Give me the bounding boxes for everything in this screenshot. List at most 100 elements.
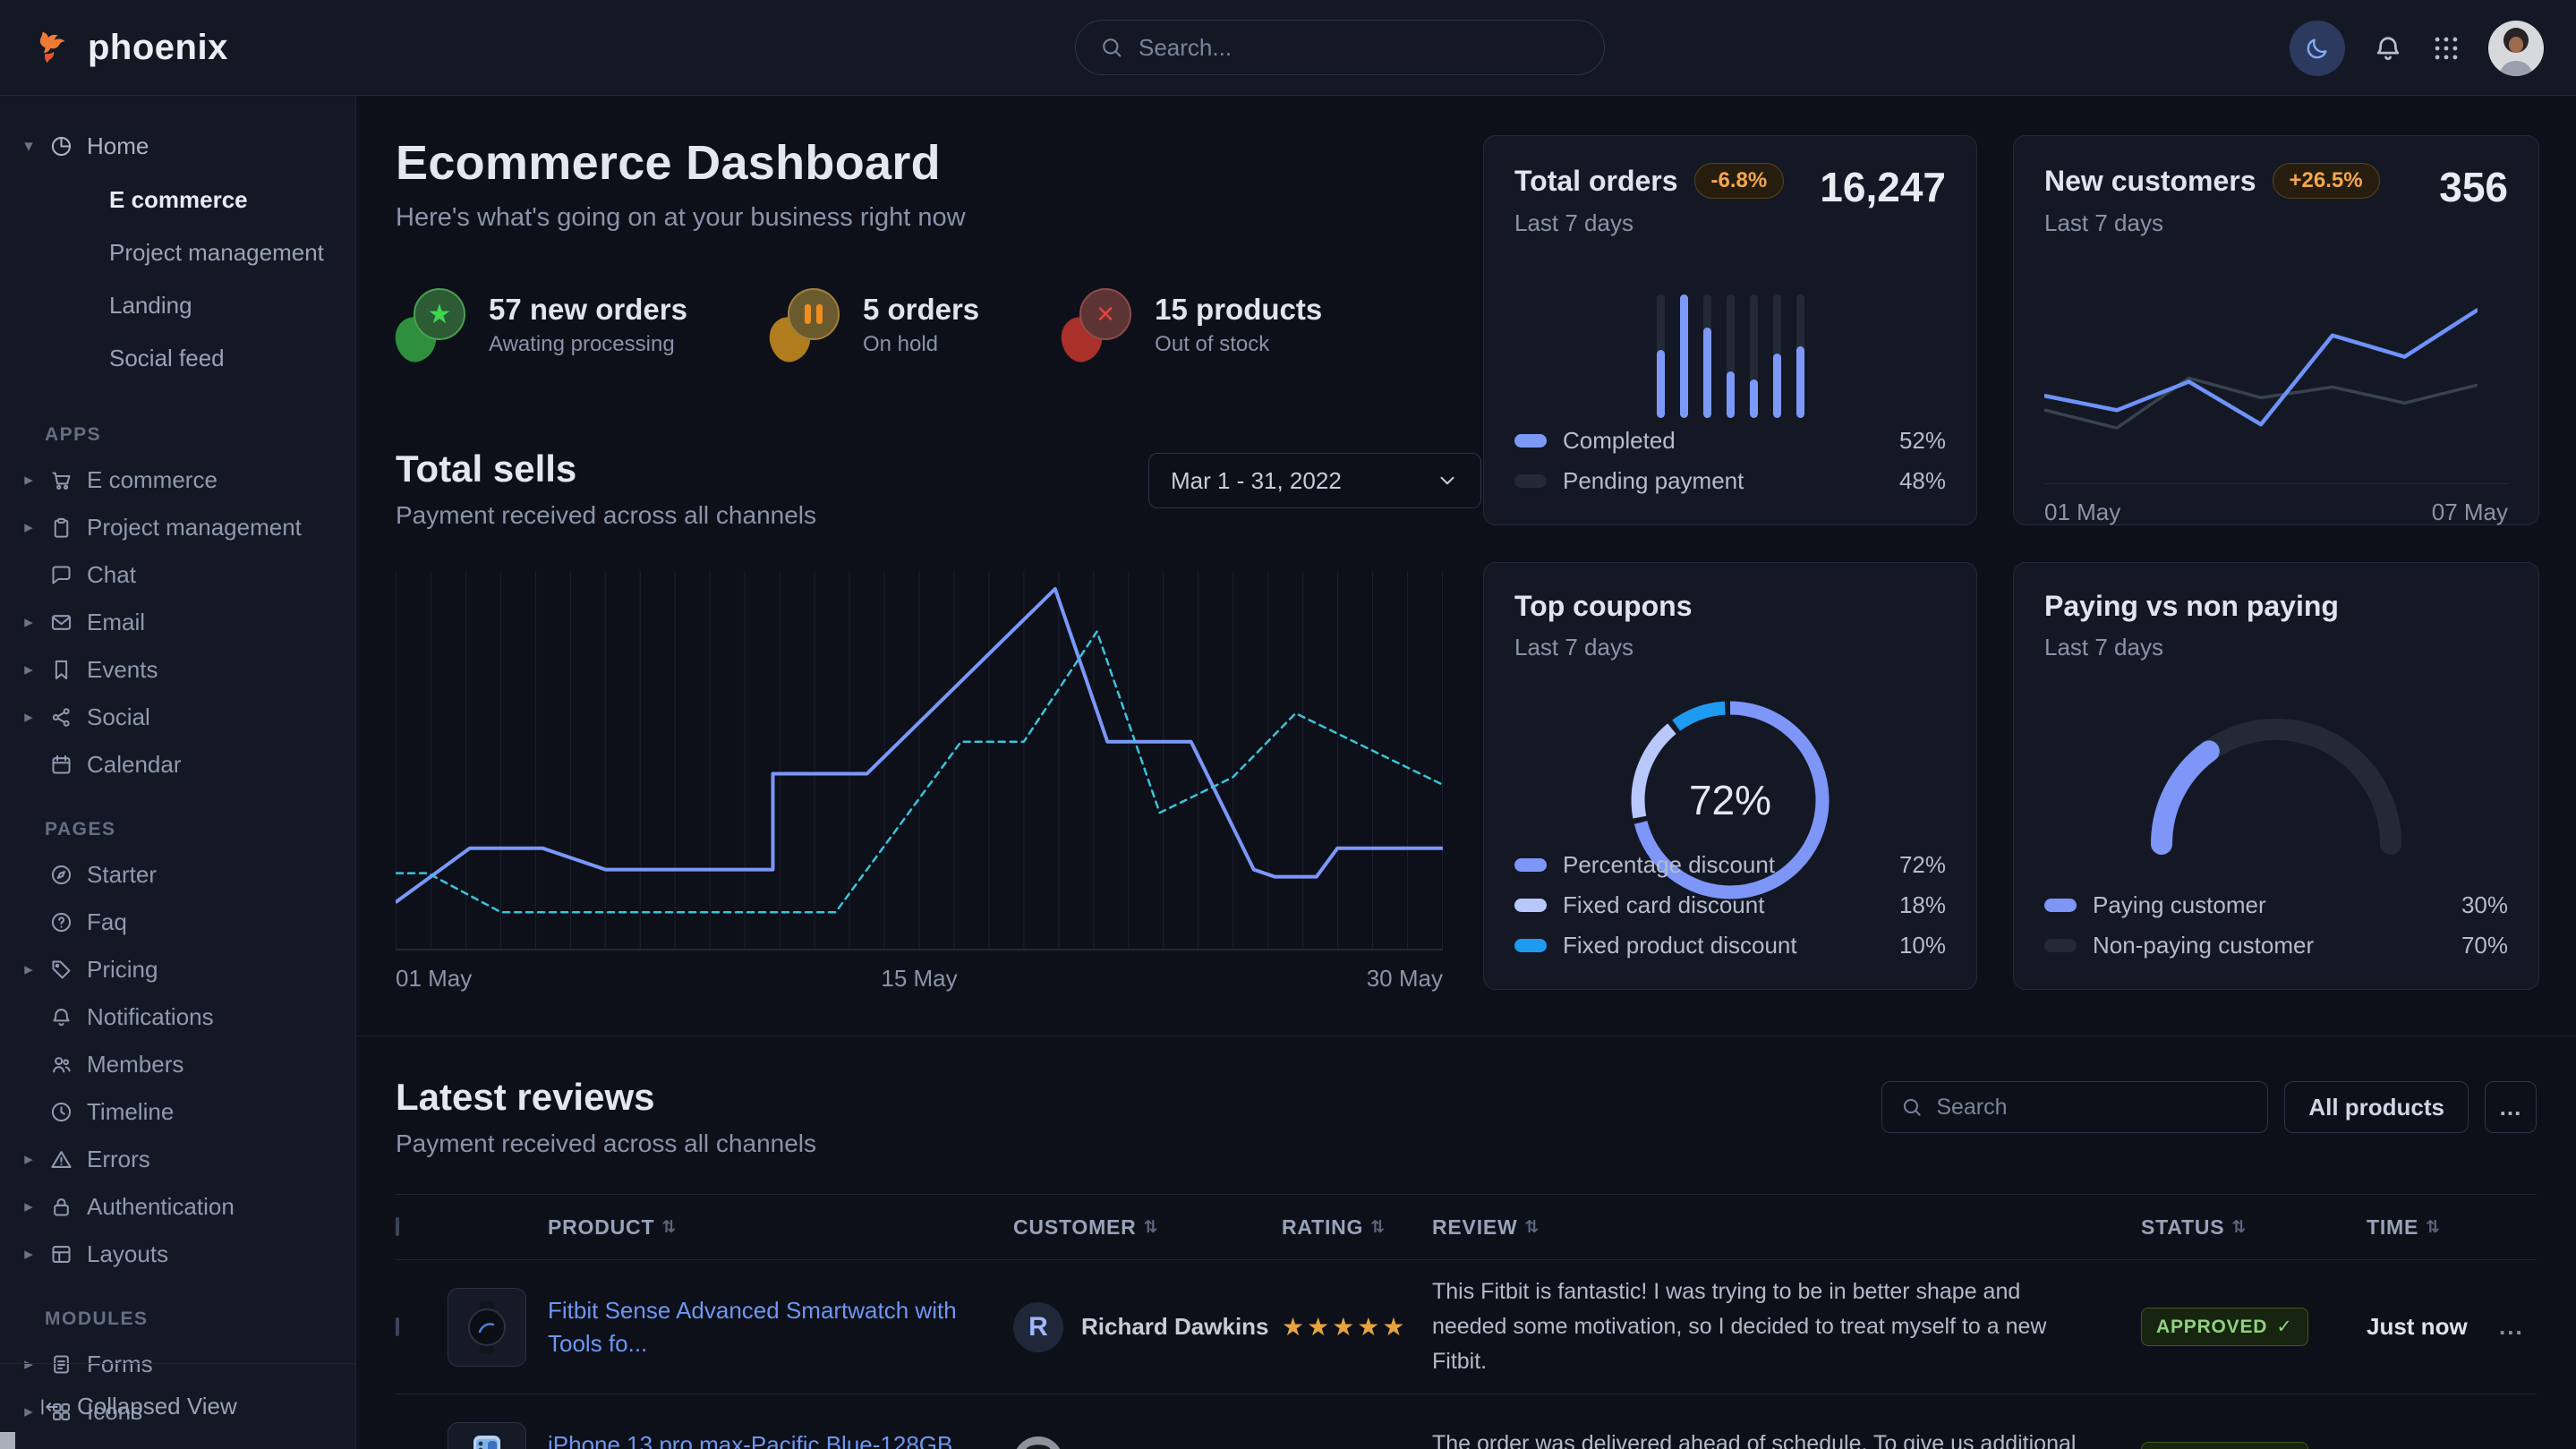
row-checkbox[interactable] [396, 1317, 399, 1336]
sidebar-item-label: Members [87, 1051, 183, 1078]
collapse-left-icon [38, 1395, 61, 1419]
brand-logo[interactable]: phoenix [32, 27, 228, 68]
sidebar-item-starter[interactable]: Starter [0, 851, 355, 899]
legend-swatch [2044, 939, 2077, 952]
user-avatar[interactable] [2488, 21, 2544, 76]
sidebar-item-label: Email [87, 609, 145, 636]
all-products-button[interactable]: All products [2284, 1081, 2469, 1133]
sidebar-section-apps: APPS [0, 394, 355, 456]
status-badge: APPROVED✓ [2141, 1442, 2308, 1449]
bell-icon [49, 1005, 73, 1029]
sidebar-subitem-social-feed[interactable]: Social feed [109, 332, 355, 385]
select-all-checkbox[interactable] [396, 1217, 399, 1236]
kpi-cards: Total orders -6.8% Last 7 days 16,247 Co… [1483, 135, 2539, 993]
caret-right-icon: ▸ [21, 470, 36, 490]
sidebar-item-authentication[interactable]: ▸ Authentication [0, 1183, 355, 1231]
stat-out-of-stock: ✕ 15 products Out of stock [1062, 288, 1322, 362]
global-search-input[interactable] [1139, 34, 1581, 62]
sidebar-item-email[interactable]: ▸ Email [0, 599, 355, 646]
card-value: 16,247 [1820, 163, 1946, 211]
sidebar-item-label: Faq [87, 908, 127, 936]
cart-icon [49, 468, 73, 492]
column-header-review[interactable]: REVIEW⇅ [1432, 1215, 2141, 1240]
legend-swatch [1514, 858, 1547, 872]
sidebar-item-social[interactable]: ▸ Social [0, 694, 355, 741]
caret-right-icon: ▸ [21, 612, 36, 633]
caret-right-icon: ▸ [21, 660, 36, 680]
order-bar [1773, 294, 1781, 418]
more-options-button[interactable]: ... [2485, 1081, 2537, 1133]
sidebar-item-project-management[interactable]: ▸ Project management [0, 504, 355, 551]
card-title: Paying vs non paying [2044, 590, 2508, 623]
sidebar-item-faq[interactable]: Faq [0, 899, 355, 946]
main-content: Ecommerce Dashboard Here's what's going … [356, 96, 2576, 1449]
card-value: 356 [2439, 163, 2508, 211]
orders-bar-chart [1514, 294, 1946, 418]
reviews-search-input[interactable] [1936, 1095, 2249, 1121]
sidebar-item-timeline[interactable]: Timeline [0, 1088, 355, 1136]
reviews-search[interactable] [1881, 1081, 2268, 1133]
sidebar-item-label: Errors [87, 1146, 150, 1173]
card-title: New customers [2044, 165, 2256, 198]
sidebar-item-ecommerce[interactable]: ▸ E commerce [0, 456, 355, 504]
product-link[interactable]: Fitbit Sense Advanced Smartwatch with To… [548, 1294, 1013, 1360]
time-value: Just now [2367, 1313, 2499, 1341]
sidebar-item-home[interactable]: ▾ Home [0, 123, 355, 170]
sidebar-item-label: Timeline [87, 1098, 174, 1126]
sidebar-subitem-ecommerce[interactable]: E commerce [109, 174, 355, 226]
sidebar-item-notifications[interactable]: Notifications [0, 993, 355, 1041]
sidebar-subitem-landing[interactable]: Landing [109, 279, 355, 332]
sidebar: ▾ Home E commerce Project management Lan… [0, 96, 356, 1449]
sidebar-item-errors[interactable]: ▸ Errors [0, 1136, 355, 1183]
legend-row: Fixed product discount 10% [1514, 925, 1946, 966]
check-icon: ✓ [2276, 1316, 2292, 1338]
product-link[interactable]: iPhone 13 pro max-Pacific Blue-128GB sto… [548, 1428, 1013, 1449]
collapsed-view-label: Collapsed View [77, 1393, 237, 1420]
sidebar-item-events[interactable]: ▸ Events [0, 646, 355, 694]
table-header-row: PRODUCT⇅ CUSTOMER⇅ RATING⇅ REVIEW⇅ STATU… [396, 1194, 2537, 1260]
theme-toggle-button[interactable] [2290, 21, 2345, 76]
notifications-button[interactable] [2372, 32, 2404, 64]
new-customers-chart [2044, 278, 2508, 471]
star-icon: ★ [414, 288, 465, 340]
legend-row: Percentage discount 72% [1514, 845, 1946, 885]
review-text: The order was delivered ahead of schedul… [1432, 1427, 2141, 1449]
column-header-time[interactable]: TIME⇅ [2367, 1215, 2499, 1240]
bell-icon [2372, 32, 2404, 64]
sidebar-item-members[interactable]: Members [0, 1041, 355, 1088]
order-bar [1750, 294, 1758, 418]
reviews-title: Latest reviews [396, 1076, 816, 1119]
collapsed-view-toggle[interactable]: Collapsed View [0, 1363, 355, 1449]
sidebar-item-label: Home [87, 132, 149, 160]
stat-value: 57 new orders [489, 293, 687, 327]
sidebar-item-calendar[interactable]: Calendar [0, 741, 355, 788]
global-search[interactable] [1075, 20, 1605, 75]
stat-caption: Awating processing [489, 332, 687, 357]
stat-caption: Out of stock [1155, 332, 1322, 357]
customer-cell[interactable]: Ashley Garrett [1013, 1436, 1282, 1449]
row-menu-button[interactable]: ... [2499, 1313, 2537, 1341]
x-axis-label: 01 May [2044, 499, 2120, 526]
caret-right-icon: ▸ [21, 517, 36, 538]
customer-cell[interactable]: R Richard Dawkins [1013, 1302, 1282, 1352]
calendar-icon [49, 753, 73, 777]
column-header-customer[interactable]: CUSTOMER⇅ [1013, 1215, 1282, 1240]
sidebar-item-layouts[interactable]: ▸ Layouts [0, 1231, 355, 1278]
column-header-status[interactable]: STATUS⇅ [2141, 1215, 2367, 1240]
grid-dots-icon [2431, 33, 2461, 64]
date-range-select[interactable]: Mar 1 - 31, 2022 [1148, 453, 1481, 508]
users-icon [49, 1053, 73, 1077]
delta-badge: -6.8% [1694, 163, 1785, 199]
product-thumbnail-iphone[interactable] [448, 1422, 526, 1449]
card-title: Top coupons [1514, 590, 1946, 623]
apps-grid-button[interactable] [2431, 33, 2461, 64]
caret-right-icon: ▸ [21, 1197, 36, 1217]
sidebar-item-pricing[interactable]: ▸ Pricing [0, 946, 355, 993]
sidebar-subitem-project-management[interactable]: Project management [109, 226, 355, 279]
sidebar-item-chat[interactable]: Chat [0, 551, 355, 599]
column-header-product[interactable]: PRODUCT⇅ [548, 1215, 1013, 1240]
column-header-rating[interactable]: RATING⇅ [1282, 1215, 1432, 1240]
sidebar-item-label: Layouts [87, 1240, 168, 1268]
table-row: iPhone 13 pro max-Pacific Blue-128GB sto… [396, 1394, 2537, 1449]
product-thumbnail-smartwatch[interactable] [448, 1288, 526, 1367]
